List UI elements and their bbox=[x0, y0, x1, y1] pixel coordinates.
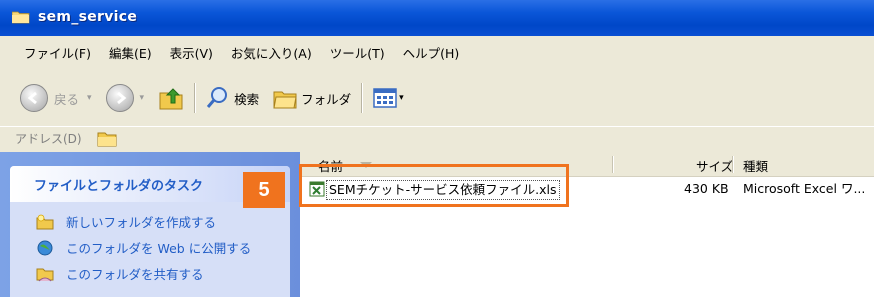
column-divider[interactable] bbox=[732, 156, 734, 173]
task-label: このフォルダを共有する bbox=[66, 267, 204, 282]
menu-favorites[interactable]: お気に入り(A) bbox=[231, 43, 312, 62]
column-type[interactable]: 種類 bbox=[743, 156, 768, 175]
new-folder-icon bbox=[36, 214, 54, 229]
menu-tools[interactable]: ツール(T) bbox=[330, 43, 385, 62]
up-folder-icon bbox=[159, 88, 183, 110]
folders-label: フォルダ bbox=[301, 91, 352, 107]
file-type: Microsoft Excel ワ... bbox=[743, 181, 866, 196]
address-label: アドレス(D) bbox=[15, 132, 82, 146]
task-publish-web[interactable]: このフォルダを Web に公開する bbox=[36, 238, 251, 257]
folder-icon bbox=[12, 11, 30, 24]
toolbar: 戻る ▾ ▾ 検索 フォルダ ▾ bbox=[0, 73, 874, 123]
highlight-box bbox=[299, 164, 569, 207]
file-size: 430 KB bbox=[684, 181, 729, 196]
share-folder-icon bbox=[36, 268, 54, 281]
views-icon bbox=[373, 88, 397, 108]
toolbar-divider bbox=[194, 83, 197, 113]
folder-icon[interactable] bbox=[97, 129, 117, 147]
folders-icon bbox=[273, 91, 297, 109]
task-label: このフォルダを Web に公開する bbox=[66, 241, 252, 256]
views-dropdown-icon[interactable]: ▾ bbox=[399, 93, 404, 103]
menu-help[interactable]: ヘルプ(H) bbox=[403, 43, 460, 62]
toolbar-divider bbox=[361, 83, 364, 113]
forward-button[interactable]: ▾ bbox=[105, 84, 145, 112]
column-size[interactable]: サイズ bbox=[696, 156, 733, 175]
back-arrow-icon bbox=[20, 84, 48, 112]
explorer-window: sem_service ファイル(F) 編集(E) 表示(V) お気に入り(A)… bbox=[0, 0, 874, 297]
search-icon bbox=[206, 87, 228, 108]
back-button[interactable]: 戻る ▾ bbox=[20, 84, 92, 112]
window-title: sem_service bbox=[38, 9, 138, 25]
menu-bar: ファイル(F) 編集(E) 表示(V) お気に入り(A) ツール(T) ヘルプ(… bbox=[0, 41, 874, 63]
back-dropdown-icon[interactable]: ▾ bbox=[87, 93, 92, 103]
menu-file[interactable]: ファイル(F) bbox=[24, 43, 91, 62]
task-share-folder[interactable]: このフォルダを共有する bbox=[36, 264, 204, 283]
address-bar: アドレス(D) bbox=[0, 126, 874, 151]
search-button[interactable]: 検索 bbox=[206, 86, 259, 110]
globe-icon bbox=[37, 240, 53, 255]
task-label: 新しいフォルダを作成する bbox=[66, 215, 217, 230]
menu-edit[interactable]: 編集(E) bbox=[109, 43, 152, 62]
search-label: 検索 bbox=[234, 91, 260, 107]
up-folder-button[interactable] bbox=[158, 85, 184, 111]
menu-view[interactable]: 表示(V) bbox=[170, 43, 213, 62]
folders-button[interactable]: フォルダ bbox=[273, 87, 351, 109]
views-button[interactable]: ▾ bbox=[373, 88, 404, 108]
step-number-badge: 5 bbox=[243, 172, 285, 208]
forward-dropdown-icon[interactable]: ▾ bbox=[140, 93, 145, 103]
title-bar[interactable]: sem_service bbox=[0, 0, 874, 36]
task-new-folder[interactable]: 新しいフォルダを作成する bbox=[36, 212, 216, 231]
forward-arrow-icon bbox=[105, 84, 134, 112]
column-divider[interactable] bbox=[612, 156, 614, 173]
back-label: 戻る bbox=[54, 91, 80, 107]
